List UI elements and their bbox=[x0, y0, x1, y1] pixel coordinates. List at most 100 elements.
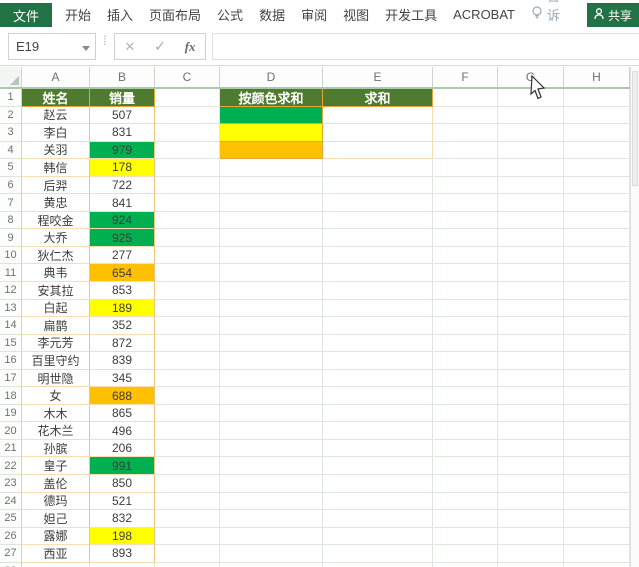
empty-cell[interactable] bbox=[323, 387, 433, 405]
empty-cell[interactable] bbox=[155, 194, 220, 212]
row-header-15[interactable]: 15 bbox=[0, 334, 22, 353]
empty-cell[interactable] bbox=[433, 229, 498, 247]
sum-result-cell[interactable] bbox=[323, 141, 433, 160]
name-cell[interactable]: 扁鹊 bbox=[22, 317, 90, 335]
empty-cell[interactable] bbox=[498, 492, 564, 511]
row-header-16[interactable]: 16 bbox=[0, 352, 22, 370]
empty-cell[interactable] bbox=[433, 404, 498, 423]
empty-cell[interactable] bbox=[220, 422, 323, 440]
empty-cell[interactable] bbox=[155, 141, 220, 160]
empty-cell[interactable] bbox=[433, 194, 498, 212]
empty-cell[interactable] bbox=[220, 264, 323, 283]
row-header-14[interactable]: 14 bbox=[0, 317, 22, 335]
insert-function-icon[interactable]: fx bbox=[185, 39, 196, 55]
value-cell[interactable]: 688 bbox=[90, 387, 155, 405]
ribbon-tab[interactable]: 开始 bbox=[57, 0, 99, 28]
value-cell[interactable]: 853 bbox=[90, 282, 155, 300]
empty-cell[interactable] bbox=[220, 211, 323, 230]
empty-cell[interactable] bbox=[323, 159, 433, 177]
empty-cell[interactable] bbox=[498, 422, 564, 440]
empty-cell[interactable] bbox=[433, 159, 498, 177]
empty-cell[interactable] bbox=[498, 352, 564, 370]
empty-cell[interactable] bbox=[155, 387, 220, 405]
empty-cell[interactable] bbox=[90, 562, 155, 567]
empty-cell[interactable] bbox=[498, 264, 564, 283]
empty-cell[interactable] bbox=[564, 211, 630, 230]
empty-cell[interactable] bbox=[155, 229, 220, 247]
row-header-7[interactable]: 7 bbox=[0, 194, 22, 212]
empty-cell[interactable] bbox=[498, 124, 564, 142]
empty-cell[interactable] bbox=[433, 106, 498, 125]
empty-cell[interactable] bbox=[155, 369, 220, 388]
empty-cell[interactable] bbox=[564, 457, 630, 476]
value-cell[interactable]: 865 bbox=[90, 404, 155, 423]
empty-cell[interactable] bbox=[220, 229, 323, 247]
name-box[interactable]: E19 bbox=[8, 33, 96, 60]
name-cell[interactable]: 安其拉 bbox=[22, 282, 90, 300]
col-header-B[interactable]: B bbox=[90, 67, 155, 87]
scrollbar-thumb[interactable] bbox=[632, 71, 638, 186]
empty-cell[interactable] bbox=[155, 527, 220, 546]
color-swatch-cell[interactable] bbox=[220, 106, 323, 125]
sum-by-color-header-cell[interactable]: 按颜色求和 bbox=[220, 89, 323, 107]
name-cell[interactable]: 盖伦 bbox=[22, 475, 90, 493]
empty-cell[interactable] bbox=[433, 562, 498, 567]
empty-cell[interactable] bbox=[564, 404, 630, 423]
empty-cell[interactable] bbox=[220, 159, 323, 177]
empty-cell[interactable] bbox=[498, 159, 564, 177]
value-cell[interactable]: 722 bbox=[90, 176, 155, 195]
empty-cell[interactable] bbox=[220, 439, 323, 458]
empty-cell[interactable] bbox=[433, 176, 498, 195]
empty-cell[interactable] bbox=[498, 510, 564, 528]
empty-cell[interactable] bbox=[323, 352, 433, 370]
row-header-27[interactable]: 27 bbox=[0, 545, 22, 563]
row-header-2[interactable]: 2 bbox=[0, 106, 22, 125]
empty-cell[interactable] bbox=[220, 176, 323, 195]
empty-cell[interactable] bbox=[498, 527, 564, 546]
empty-cell[interactable] bbox=[220, 299, 323, 318]
empty-cell[interactable] bbox=[323, 492, 433, 511]
empty-cell[interactable] bbox=[323, 562, 433, 567]
empty-cell[interactable] bbox=[155, 317, 220, 335]
empty-cell[interactable] bbox=[22, 562, 90, 567]
empty-cell[interactable] bbox=[433, 264, 498, 283]
empty-cell[interactable] bbox=[564, 229, 630, 247]
empty-cell[interactable] bbox=[433, 282, 498, 300]
empty-cell[interactable] bbox=[323, 439, 433, 458]
value-cell[interactable]: 198 bbox=[90, 527, 155, 546]
empty-cell[interactable] bbox=[220, 369, 323, 388]
empty-cell[interactable] bbox=[564, 545, 630, 563]
name-cell[interactable]: 狄仁杰 bbox=[22, 246, 90, 265]
empty-cell[interactable] bbox=[433, 545, 498, 563]
empty-cell[interactable] bbox=[220, 404, 323, 423]
empty-cell[interactable] bbox=[155, 422, 220, 440]
empty-cell[interactable] bbox=[323, 282, 433, 300]
empty-cell[interactable] bbox=[433, 317, 498, 335]
empty-cell[interactable] bbox=[323, 422, 433, 440]
empty-cell[interactable] bbox=[220, 334, 323, 353]
empty-cell[interactable] bbox=[564, 246, 630, 265]
empty-cell[interactable] bbox=[433, 475, 498, 493]
empty-cell[interactable] bbox=[323, 194, 433, 212]
row-header-3[interactable]: 3 bbox=[0, 124, 22, 142]
name-cell[interactable]: 后羿 bbox=[22, 176, 90, 195]
empty-cell[interactable] bbox=[433, 422, 498, 440]
empty-cell[interactable] bbox=[564, 194, 630, 212]
row-header-9[interactable]: 9 bbox=[0, 229, 22, 247]
name-cell[interactable]: 白起 bbox=[22, 299, 90, 318]
empty-cell[interactable] bbox=[155, 159, 220, 177]
cancel-icon[interactable]: ✕ bbox=[124, 39, 135, 55]
empty-cell[interactable] bbox=[433, 492, 498, 511]
empty-cell[interactable] bbox=[498, 545, 564, 563]
name-cell[interactable]: 女 bbox=[22, 387, 90, 405]
empty-cell[interactable] bbox=[323, 264, 433, 283]
empty-cell[interactable] bbox=[323, 299, 433, 318]
name-cell[interactable]: 木木 bbox=[22, 404, 90, 423]
empty-cell[interactable] bbox=[323, 229, 433, 247]
name-cell[interactable]: 李白 bbox=[22, 124, 90, 142]
ribbon-tab[interactable]: 数据 bbox=[251, 0, 293, 28]
row-header-18[interactable]: 18 bbox=[0, 387, 22, 405]
row-header-10[interactable]: 10 bbox=[0, 246, 22, 265]
empty-cell[interactable] bbox=[323, 334, 433, 353]
color-swatch-cell[interactable] bbox=[220, 141, 323, 160]
